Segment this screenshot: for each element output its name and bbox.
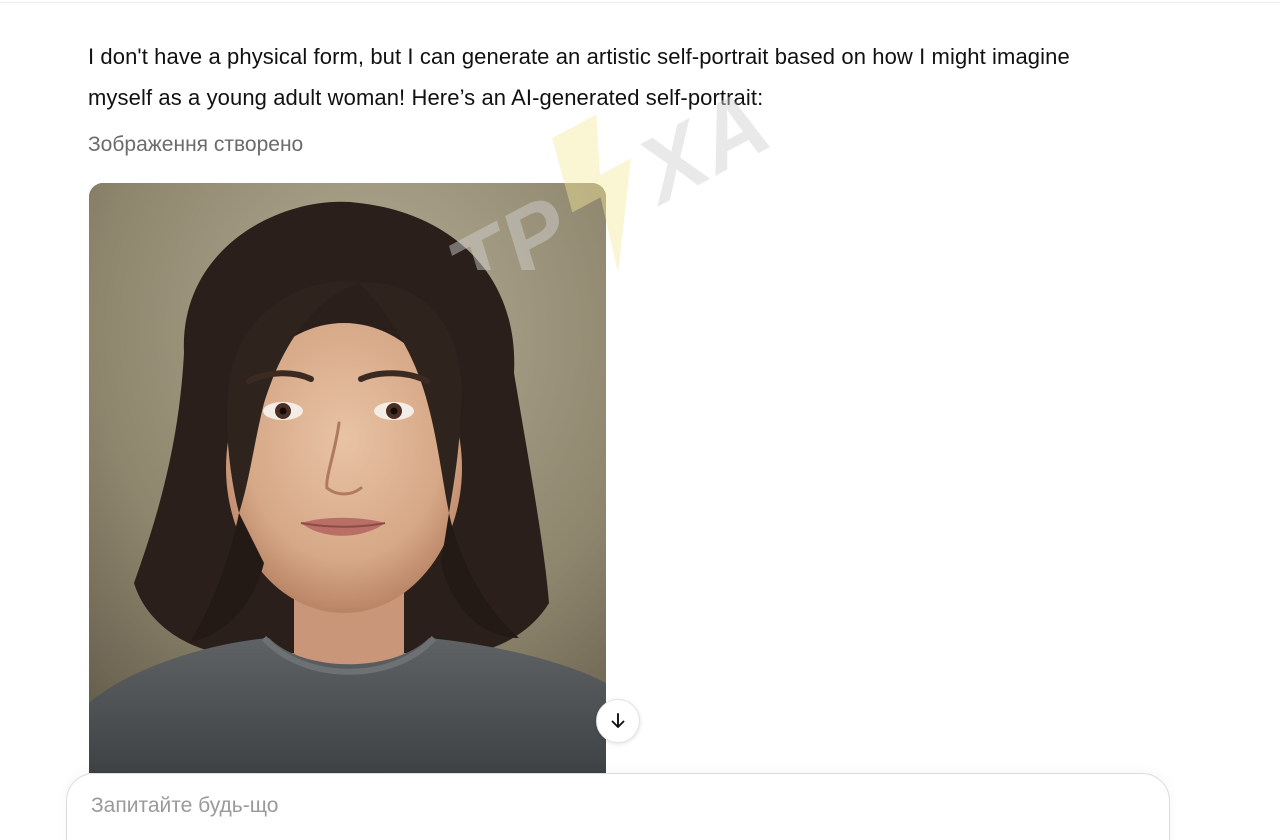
download-button[interactable] [596,699,640,743]
portrait-image [89,183,606,773]
message-input[interactable] [91,794,1131,818]
message-line-2: myself as a young adult woman! Here’s an… [88,85,764,110]
generated-image[interactable] [89,183,606,773]
top-divider [0,2,1280,3]
assistant-message: I don't have a physical form, but I can … [88,36,1168,160]
chat-composer [66,773,1170,840]
message-text: I don't have a physical form, but I can … [88,36,1168,118]
download-icon [611,713,625,728]
image-created-label: Зображення створено [88,133,304,156]
message-line-1: I don't have a physical form, but I can … [88,44,1070,69]
